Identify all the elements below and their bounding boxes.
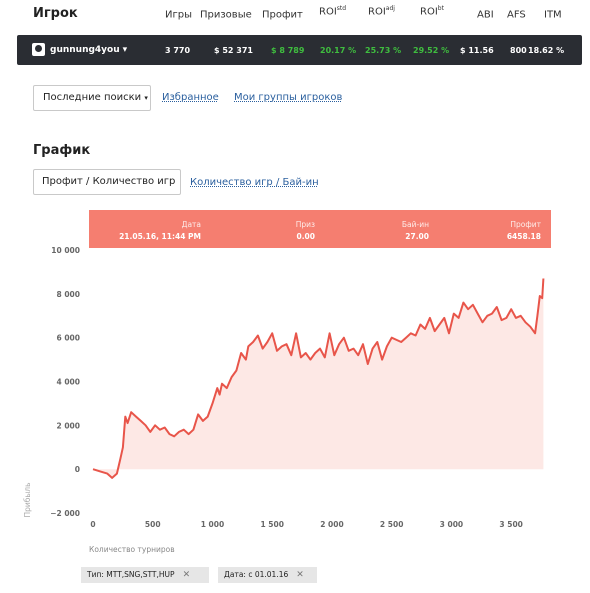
y-tick-label: 10 000 xyxy=(51,246,80,255)
x-tick-label: 3 000 xyxy=(440,520,464,529)
filter-chip-type[interactable]: Тип: MTT,SNG,STT,HUP ✕ xyxy=(81,567,209,583)
chart-tooltip: Дата 21.05.16, 11:44 PM Приз 0.00 Бай-ин 27… xyxy=(89,210,551,248)
tooltip-buyin: Бай-ин 27.00 xyxy=(401,220,429,241)
tooltip-profit: Профит 6458.18 xyxy=(506,220,541,241)
y-tick-label: 6 000 xyxy=(57,334,81,343)
x-tick-label: 1 000 xyxy=(201,520,225,529)
x-tick-label: 1 500 xyxy=(260,520,284,529)
tooltip-prize: Приз 0.00 xyxy=(295,220,315,241)
y-tick-label: −2 000 xyxy=(50,509,80,518)
close-icon[interactable]: ✕ xyxy=(183,570,191,580)
x-tick-label: 3 500 xyxy=(499,520,523,529)
x-tick-label: 500 xyxy=(145,520,161,529)
y-tick-label: 2 000 xyxy=(57,421,81,430)
close-icon[interactable]: ✕ xyxy=(296,570,304,580)
y-axis-title: Прибыль xyxy=(23,482,32,517)
x-tick-label: 0 xyxy=(90,520,95,529)
tooltip-date: Дата 21.05.16, 11:44 PM xyxy=(119,220,201,241)
profit-chart[interactable]: Прибыль Количество турниров 10 000 8 000 6… xyxy=(0,0,590,593)
filter-chip-date[interactable]: Дата: с 01.01.16 ✕ xyxy=(218,567,317,583)
x-tick-label: 2 000 xyxy=(320,520,344,529)
x-tick-label: 2 500 xyxy=(380,520,404,529)
y-tick-label: 4 000 xyxy=(57,378,81,387)
y-tick-label: 8 000 xyxy=(57,290,81,299)
y-tick-label: 0 xyxy=(75,465,80,474)
x-axis-title: Количество турниров xyxy=(89,545,175,554)
